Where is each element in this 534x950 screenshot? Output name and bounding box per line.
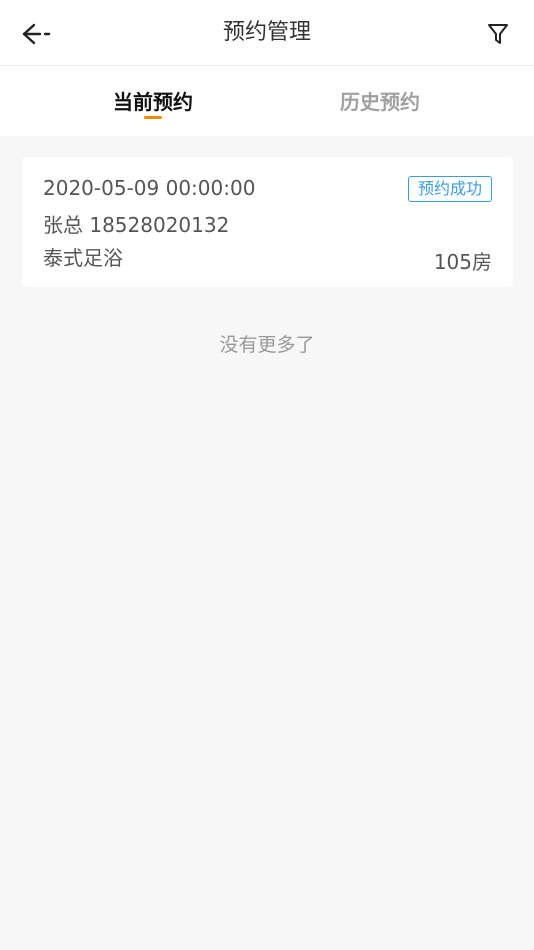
filter-button[interactable] (480, 16, 516, 52)
appointment-service: 泰式足浴 (43, 246, 123, 270)
appointment-card[interactable]: 2020-05-09 00:00:00 预约成功 张总 18528020132 … (22, 157, 513, 287)
list-end-text: 没有更多了 (219, 334, 315, 356)
appointment-customer: 张总 18528020132 (43, 213, 230, 237)
tab-label-history: 历史预约 (340, 90, 420, 114)
tab-history-appointments[interactable]: 历史预约 (280, 66, 480, 136)
appointment-room: 105房 (433, 250, 492, 274)
appointment-datetime: 2020-05-09 00:00:00 (43, 176, 256, 200)
tab-label-current: 当前预约 (113, 90, 193, 114)
page-title: 预约管理 (222, 20, 311, 45)
appointment-tabs: 当前预约 历史预约 (0, 66, 534, 136)
back-button[interactable] (14, 14, 58, 54)
app-header: 预约管理 (0, 0, 534, 66)
arrow-left-icon (22, 23, 51, 45)
active-tab-indicator (144, 116, 162, 119)
filter-icon (488, 24, 508, 44)
status-badge: 预约成功 (407, 176, 492, 202)
tab-current-appointments[interactable]: 当前预约 (53, 66, 253, 136)
